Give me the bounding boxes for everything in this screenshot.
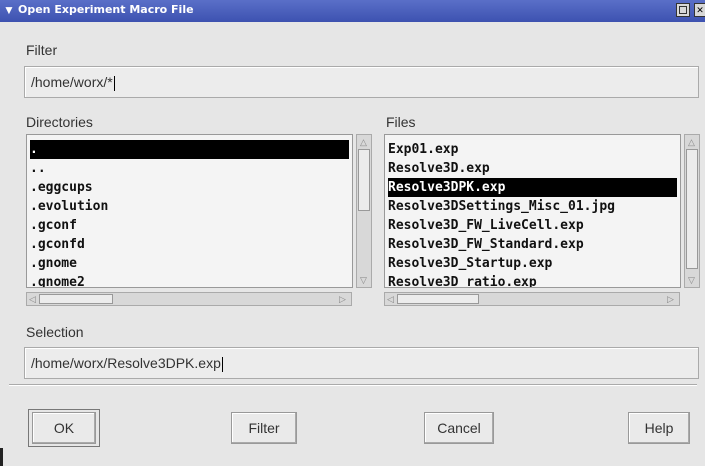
filter-input[interactable]: /home/worx/*	[24, 66, 699, 98]
scrollbar-thumb[interactable]	[39, 294, 113, 304]
files-vertical-scrollbar[interactable]: △ ▽	[684, 134, 700, 288]
window-edge	[0, 448, 3, 466]
scroll-left-arrow-icon[interactable]: ◁	[387, 294, 394, 304]
list-item[interactable]: .gconfd	[30, 235, 85, 254]
list-item[interactable]: ..	[30, 159, 46, 178]
list-item[interactable]: Resolve3D_Startup.exp	[388, 254, 552, 273]
selection-input[interactable]: /home/worx/Resolve3DPK.exp	[24, 347, 699, 379]
list-item[interactable]: Resolve3D_FW_LiveCell.exp	[388, 216, 584, 235]
files-horizontal-scrollbar[interactable]: ◁ ▷	[384, 292, 680, 306]
selection-label: Selection	[26, 324, 84, 340]
list-item[interactable]: .	[30, 140, 349, 159]
filter-label: Filter	[26, 42, 57, 58]
list-item[interactable]: .gnome	[30, 254, 77, 273]
scroll-down-arrow-icon[interactable]: ▽	[360, 275, 367, 285]
window-titlebar[interactable]: ▼ Open Experiment Macro File ✕	[0, 0, 705, 22]
list-item[interactable]: .gconf	[30, 216, 77, 235]
list-item[interactable]: Resolve3D_ratio.exp	[388, 273, 537, 288]
files-list[interactable]: Exp01.exp Resolve3D.exp Resolve3DPK.exp …	[384, 134, 681, 288]
maximize-icon[interactable]	[676, 3, 690, 17]
separator	[9, 384, 697, 386]
scroll-up-arrow-icon[interactable]: △	[688, 137, 695, 147]
text-caret	[114, 76, 115, 91]
directories-horizontal-scrollbar[interactable]: ◁ ▷	[26, 292, 352, 306]
list-item[interactable]: .evolution	[30, 197, 108, 216]
scroll-right-arrow-icon[interactable]: ▷	[667, 294, 674, 304]
list-item[interactable]: Resolve3D.exp	[388, 159, 490, 178]
scroll-up-arrow-icon[interactable]: △	[360, 137, 367, 147]
files-label: Files	[386, 114, 416, 130]
list-item[interactable]: .eggcups	[30, 178, 93, 197]
list-item[interactable]: .gnome2	[30, 273, 85, 288]
help-button[interactable]: Help	[628, 412, 690, 444]
scrollbar-thumb[interactable]	[397, 294, 479, 304]
text-caret	[222, 357, 223, 372]
directories-label: Directories	[26, 114, 93, 130]
scrollbar-thumb[interactable]	[358, 149, 370, 211]
scroll-left-arrow-icon[interactable]: ◁	[29, 294, 36, 304]
directories-vertical-scrollbar[interactable]: △ ▽	[356, 134, 372, 288]
filter-button[interactable]: Filter	[231, 412, 297, 444]
directories-list[interactable]: . .. .eggcups .evolution .gconf .gconfd …	[26, 134, 353, 288]
scrollbar-thumb[interactable]	[686, 149, 698, 269]
window-title: Open Experiment Macro File	[18, 3, 194, 16]
list-item[interactable]: Resolve3DSettings_Misc_01.jpg	[388, 197, 615, 216]
selection-input-value: /home/worx/Resolve3DPK.exp	[31, 355, 221, 371]
filter-input-value: /home/worx/*	[31, 74, 113, 90]
list-item[interactable]: Exp01.exp	[388, 140, 458, 159]
cancel-button[interactable]: Cancel	[424, 412, 494, 444]
close-icon[interactable]: ✕	[694, 3, 705, 17]
list-item[interactable]: Resolve3DPK.exp	[388, 178, 677, 197]
scroll-right-arrow-icon[interactable]: ▷	[339, 294, 346, 304]
list-item[interactable]: Resolve3D_FW_Standard.exp	[388, 235, 584, 254]
window-menu-chevron-icon[interactable]: ▼	[2, 3, 16, 17]
scroll-down-arrow-icon[interactable]: ▽	[688, 275, 695, 285]
ok-button[interactable]: OK	[32, 412, 96, 444]
